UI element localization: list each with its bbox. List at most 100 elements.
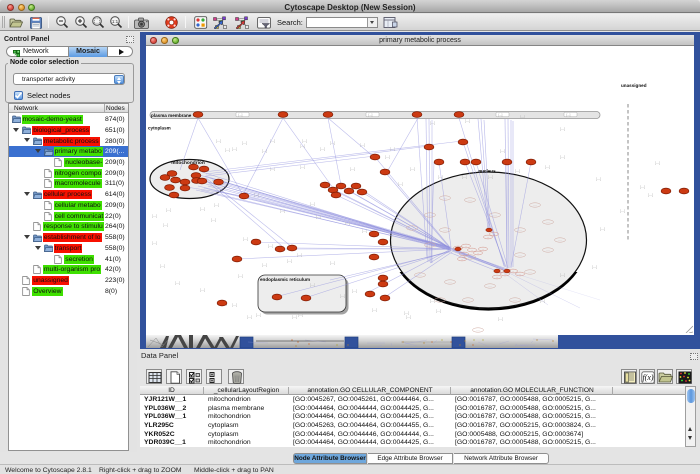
svg-text:[---]: [---] [345,221,350,225]
svg-text:....: .... [546,220,550,224]
svg-text:[---]: [---] [310,202,315,206]
svg-text:[---]: [---] [300,165,305,169]
svg-text:[---]: [---] [256,313,261,317]
svg-text:...: ... [461,257,464,261]
svg-text:f(x): f(x) [642,373,653,382]
svg-text:[---]: [---] [270,139,275,143]
svg-text:....: .... [468,198,472,202]
svg-text:[---]: [---] [560,127,565,131]
svg-text:[---]: [---] [560,155,565,159]
svg-text:[---]: [---] [280,209,285,213]
svg-text:[---]: [---] [406,315,411,319]
svg-text:[---]: [---] [465,119,470,123]
svg-text:[--]: [--] [567,113,571,117]
svg-text:[---]: [---] [232,147,237,151]
svg-text:[---]: [---] [404,311,409,315]
svg-text:[---]: [---] [352,289,357,293]
svg-text:[---]: [---] [216,139,221,143]
svg-text:[---]: [---] [166,208,171,212]
svg-text:....: .... [438,298,442,302]
svg-text:1:1: 1:1 [112,19,119,24]
svg-text:[---]: [---] [163,223,168,227]
svg-text:[---]: [---] [292,315,297,319]
svg-text:...: ... [471,248,474,252]
svg-text:[---]: [---] [211,218,216,222]
svg-text:[---]: [---] [430,299,435,303]
svg-text:[---]: [---] [330,141,335,145]
svg-text:[---]: [---] [438,175,443,179]
svg-text:[---]: [---] [200,288,205,292]
svg-text:[---]: [---] [500,149,505,153]
svg-text:...: ... [496,275,499,279]
svg-text:[---]: [---] [214,203,219,207]
svg-text:....: .... [533,203,537,207]
svg-text:[---]: [---] [247,315,252,319]
svg-text:[---]: [---] [488,175,493,179]
svg-text:[---]: [---] [648,193,653,197]
svg-text:[---]: [---] [600,227,605,231]
svg-text:[---]: [---] [160,264,165,268]
svg-text:[---]: [---] [360,143,365,147]
svg-text:[---]: [---] [436,309,441,313]
svg-text:[---]: [---] [287,259,292,263]
svg-text:plasma membrane: plasma membrane [151,113,192,118]
svg-text:[---]: [---] [596,177,601,181]
svg-text:....: .... [443,228,447,232]
svg-text:[---]: [---] [350,167,355,171]
svg-text:....: .... [528,270,532,274]
svg-text:....: .... [518,253,522,257]
svg-text:....: .... [428,243,432,247]
svg-text:[---]: [---] [385,155,390,159]
svg-text:[---]: [---] [300,144,305,148]
svg-text:....: .... [513,298,517,302]
svg-text:[---]: [---] [297,253,302,257]
svg-text:[---]: [---] [655,161,660,165]
svg-text:[---]: [---] [498,317,503,321]
svg-text:....: .... [418,273,422,277]
svg-text:nucleus: nucleus [478,169,496,174]
svg-text:...: ... [465,244,468,248]
svg-text:...: ... [477,251,480,255]
svg-text:unassigned: unassigned [621,83,647,88]
svg-text:....: .... [476,328,480,332]
svg-text:[---]: [---] [242,141,247,145]
svg-text:[---]: [---] [316,215,321,219]
svg-text:cytoplasm: cytoplasm [148,126,171,131]
svg-text:....: .... [448,280,452,284]
svg-text:[---]: [---] [310,283,315,287]
svg-text:....: .... [518,228,522,232]
svg-text:....: .... [410,226,414,230]
svg-text:[---]: [---] [462,175,467,179]
svg-text:....: .... [428,213,432,217]
svg-text:[---]: [---] [545,165,550,169]
svg-text:[---]: [---] [520,115,525,119]
svg-text:[---]: [---] [410,167,415,171]
svg-text:[---]: [---] [238,274,243,278]
svg-text:[---]: [---] [560,273,565,277]
svg-text:[---]: [---] [390,147,395,151]
svg-text:[---]: [---] [268,244,273,248]
svg-text:[--]: [--] [499,113,503,117]
svg-text:[---]: [---] [362,229,367,233]
svg-text:[---]: [---] [302,139,307,143]
svg-text:[---]: [---] [320,147,325,151]
svg-text:....: .... [493,213,497,217]
svg-text:[---]: [---] [372,308,377,312]
svg-text:...: ... [487,235,490,239]
svg-text:....: .... [546,248,550,252]
svg-text:[--]: [--] [239,113,243,117]
svg-text:....: .... [468,255,472,259]
svg-text:[---]: [---] [243,237,248,241]
svg-text:[---]: [---] [254,193,259,197]
svg-text:...: ... [493,232,496,236]
svg-text:[---]: [---] [515,169,520,173]
svg-text:[---]: [---] [620,209,625,213]
svg-text:...: ... [463,252,466,256]
svg-text:[---]: [---] [152,241,157,245]
svg-text:....: .... [443,196,447,200]
svg-text:endoplasmic reticulum: endoplasmic reticulum [260,277,310,282]
svg-text:[---]: [---] [225,148,230,152]
svg-text:...: ... [482,247,485,251]
svg-text:[---]: [---] [232,303,237,307]
svg-text:[---]: [---] [298,313,303,317]
